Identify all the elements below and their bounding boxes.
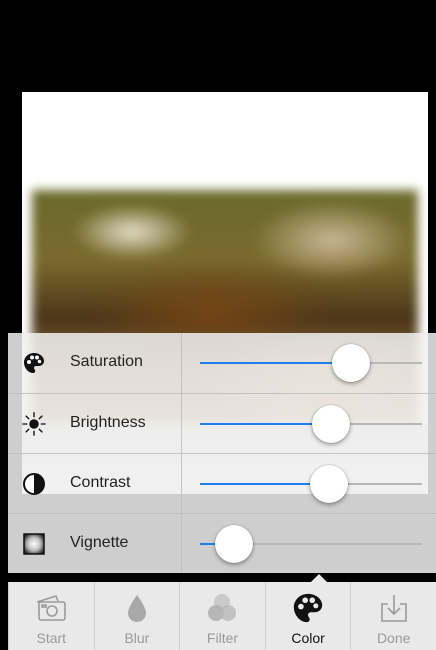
download-icon <box>376 590 412 626</box>
tab-start[interactable]: Start <box>8 582 94 650</box>
sun-icon <box>22 412 46 436</box>
drop-icon <box>119 590 155 626</box>
contrast-slider-thumb[interactable] <box>310 465 349 503</box>
palette-icon <box>22 351 46 375</box>
vignette-row: Vignette <box>8 513 436 573</box>
tab-filter-label: Filter <box>206 630 239 646</box>
contrast-icon <box>22 472 46 496</box>
brightness-row: Brightness <box>8 393 436 453</box>
brightness-slider-thumb[interactable] <box>312 405 351 443</box>
saturation-slider-thumb[interactable] <box>332 344 371 382</box>
tab-done-label: Done <box>376 630 411 646</box>
vignette-label: Vignette <box>70 534 129 551</box>
vignette-icon <box>22 532 46 556</box>
tab-done[interactable]: Done <box>350 582 436 650</box>
camera-icon <box>33 590 69 626</box>
tab-start-label: Start <box>36 630 67 646</box>
filter-circles-icon <box>204 590 240 626</box>
tab-filter[interactable]: Filter <box>179 582 265 650</box>
palette-icon <box>290 590 326 626</box>
contrast-row: Contrast <box>8 453 436 513</box>
saturation-slider[interactable] <box>200 333 422 393</box>
tab-blur[interactable]: Blur <box>93 582 180 650</box>
tab-bar: Start Blur Filter Color Done <box>8 574 436 650</box>
brightness-slider[interactable] <box>200 394 422 454</box>
contrast-slider[interactable] <box>200 454 422 514</box>
vignette-slider-thumb[interactable] <box>214 525 253 563</box>
contrast-label: Contrast <box>70 474 131 491</box>
tab-color-label: Color <box>291 630 325 646</box>
saturation-label: Saturation <box>70 353 143 370</box>
tab-color[interactable]: Color <box>264 582 351 650</box>
saturation-row: Saturation <box>8 333 436 393</box>
vignette-slider[interactable] <box>200 514 422 574</box>
tab-blur-label: Blur <box>124 630 150 646</box>
brightness-label: Brightness <box>70 414 146 431</box>
adjustment-panel: Saturation Brightness Contrast Vignette <box>8 333 436 573</box>
